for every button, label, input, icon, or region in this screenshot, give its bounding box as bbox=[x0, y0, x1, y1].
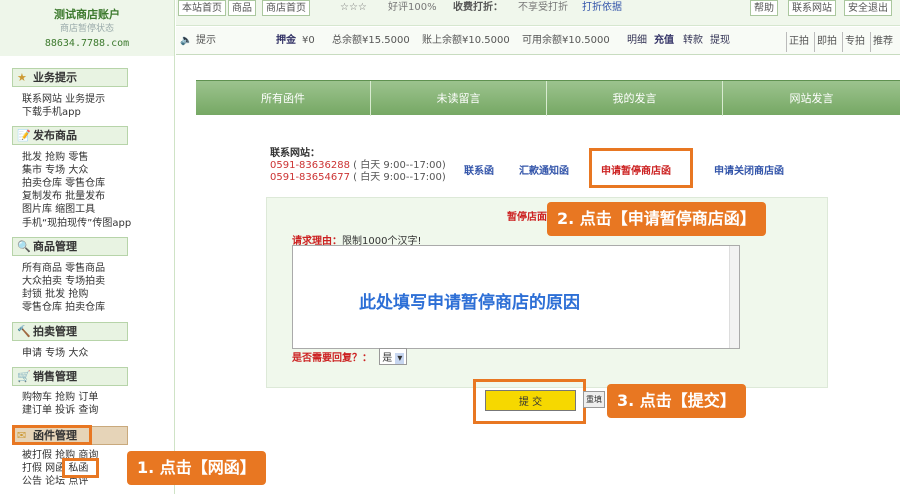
nav-goods-link[interactable]: 商品 bbox=[228, 0, 256, 16]
highlight-box-wanghan bbox=[62, 458, 99, 478]
textarea-scrollbar[interactable] bbox=[729, 246, 739, 348]
shop-phone: 88634.7788.com bbox=[44, 38, 130, 49]
sidebar-links[interactable]: 图片库 缩图工具 bbox=[22, 203, 95, 216]
tab-all-mail[interactable]: 所有函件 bbox=[196, 81, 371, 116]
highlight-box-suspend bbox=[589, 148, 693, 188]
form-title: 暂停店面 bbox=[507, 212, 547, 223]
sidebar-links[interactable]: 申请 专场 大众 bbox=[22, 347, 88, 360]
tab-my-posts[interactable]: 我的发言 bbox=[547, 81, 723, 116]
contact-label: 联系网站： bbox=[270, 148, 320, 159]
sidebar-section-publish[interactable]: 📝 发布商品 bbox=[12, 126, 128, 145]
tab-site-posts[interactable]: 网站发言 bbox=[723, 81, 900, 116]
tab-unread[interactable]: 未读留言 bbox=[371, 81, 547, 116]
speaker-icon: 🔈 bbox=[180, 35, 193, 46]
cart-icon: 🛒 bbox=[17, 370, 31, 383]
shop-logo: 测试商店账户 商店暂停状态 88634.7788.com bbox=[0, 0, 175, 56]
sidebar-section-sales[interactable]: 🛒 销售管理 bbox=[12, 367, 128, 386]
magnifier-icon: 🔍 bbox=[17, 240, 31, 253]
callout-step-1: 1. 点击【网函】 bbox=[127, 451, 266, 485]
recharge-link[interactable]: 充值 bbox=[654, 33, 674, 49]
star-icon: ★ bbox=[17, 71, 27, 84]
nav-shop-home-link[interactable]: 商店首页 bbox=[262, 0, 310, 16]
chevron-down-icon: ▾ bbox=[395, 353, 405, 364]
transfer-link[interactable]: 转款 bbox=[683, 33, 703, 49]
sidebar-section-auction[interactable]: 🔨 拍卖管理 bbox=[12, 322, 128, 341]
rating-stars: ☆☆☆ bbox=[340, 2, 367, 13]
contact-phone-2: 0591-83654677 bbox=[270, 172, 350, 183]
contact-phone-1: 0591-83636288 bbox=[270, 160, 350, 171]
help-link[interactable]: 帮助 bbox=[750, 0, 778, 16]
nav-home-link[interactable]: 本站首页 bbox=[178, 0, 226, 16]
zhengpai-button[interactable]: 正拍 bbox=[786, 32, 811, 52]
reason-textarea[interactable]: 此处填写申请暂停商店的原因 bbox=[292, 245, 740, 349]
callout-step-2: 2. 点击【申请暂停商店函】 bbox=[547, 202, 766, 236]
reply-label: 是否需要回复？： bbox=[292, 353, 372, 364]
sidebar-links[interactable]: 下载手机app bbox=[22, 106, 81, 119]
jipai-button[interactable]: 即拍 bbox=[814, 32, 839, 52]
contact-site-link[interactable]: 联系网站 bbox=[788, 0, 836, 16]
gavel-icon: 🔨 bbox=[17, 325, 31, 338]
sidebar-links[interactable]: 集市 专场 大众 bbox=[22, 164, 88, 177]
textarea-annotation: 此处填写申请暂停商店的原因 bbox=[359, 293, 580, 313]
sidebar-links[interactable]: 大众拍卖 专场拍卖 bbox=[22, 275, 105, 288]
fee-value: 不享受打折 bbox=[518, 2, 568, 13]
sidebar-links[interactable]: 拍卖仓库 零售仓库 bbox=[22, 177, 105, 190]
sidebar-links[interactable]: 封锁 批发 抢购 bbox=[22, 288, 88, 301]
sidebar-links[interactable]: 建订单 投诉 查询 bbox=[22, 404, 98, 417]
detail-link[interactable]: 明细 bbox=[627, 33, 647, 49]
shop-status: 商店暂停状态 bbox=[59, 24, 114, 34]
sidebar-section-goods[interactable]: 🔍 商品管理 bbox=[12, 237, 128, 256]
mail-tabs: 所有函件 未读留言 我的发言 网站发言 bbox=[196, 80, 900, 116]
reply-row: 是否需要回复？： 是 ▾ bbox=[292, 348, 408, 365]
sidebar-links[interactable]: 联系网站 业务提示 bbox=[22, 93, 105, 106]
contact-hours-2: ( 白天 9:00--17:00) bbox=[353, 172, 446, 183]
contact-hours-1: ( 白天 9:00--17:00) bbox=[353, 160, 446, 171]
reset-button[interactable]: 重填 bbox=[583, 391, 605, 408]
logout-link[interactable]: 安全退出 bbox=[844, 0, 892, 16]
deposit-value: ¥0 bbox=[302, 35, 315, 46]
sidebar-links[interactable]: 所有商品 零售商品 bbox=[22, 262, 105, 275]
fee-label: 收费打折： bbox=[453, 2, 503, 13]
rating-text: 好评100% bbox=[388, 2, 437, 13]
withdraw-link[interactable]: 提现 bbox=[710, 33, 730, 49]
account-balance: 账上余额¥10.5000 bbox=[422, 35, 510, 46]
contact-info: 联系网站： 0591-83636288 ( 白天 9:00--17:00) 05… bbox=[270, 148, 446, 184]
shop-title: 测试商店账户 bbox=[54, 8, 120, 21]
recommend-button[interactable]: 推荐 bbox=[870, 32, 895, 52]
sidebar-links[interactable]: 手机“现拍现传”传图app bbox=[22, 217, 131, 230]
sidebar-links[interactable]: 批发 抢购 零售 bbox=[22, 151, 88, 164]
tip-link[interactable]: 提示 bbox=[196, 33, 216, 49]
callout-step-3: 3. 点击【提交】 bbox=[607, 384, 746, 418]
sidebar-section-business[interactable]: ★ 业务提示 bbox=[12, 68, 128, 87]
reply-select[interactable]: 是 ▾ bbox=[379, 348, 408, 365]
submit-button[interactable]: 提 交 bbox=[485, 390, 576, 411]
sidebar-links[interactable]: 零售仓库 拍卖仓库 bbox=[22, 301, 105, 314]
fee-basis-link[interactable]: 打折依据 bbox=[582, 0, 622, 16]
contact-letter-link[interactable]: 联系函 bbox=[464, 162, 494, 177]
deposit-label: 押金 bbox=[276, 35, 296, 46]
available-balance: 可用余额¥10.5000 bbox=[522, 35, 610, 46]
close-shop-link[interactable]: 申请关闭商店函 bbox=[714, 162, 784, 177]
highlight-box-mail-section bbox=[12, 425, 92, 445]
publish-icon: 📝 bbox=[17, 129, 31, 142]
top-nav: 本站首页 商品 商店首页 ☆☆☆ 好评100% 收费打折： 不享受打折 打折依据… bbox=[176, 0, 900, 26]
total-balance: 总余额¥15.5000 bbox=[332, 35, 410, 46]
zhuanpai-button[interactable]: 专拍 bbox=[842, 32, 867, 52]
remit-notice-link[interactable]: 汇款通知函 bbox=[519, 162, 569, 177]
sidebar-links[interactable]: 复制发布 批量发布 bbox=[22, 190, 105, 203]
sidebar-links[interactable]: 购物车 抢购 订单 bbox=[22, 391, 98, 404]
